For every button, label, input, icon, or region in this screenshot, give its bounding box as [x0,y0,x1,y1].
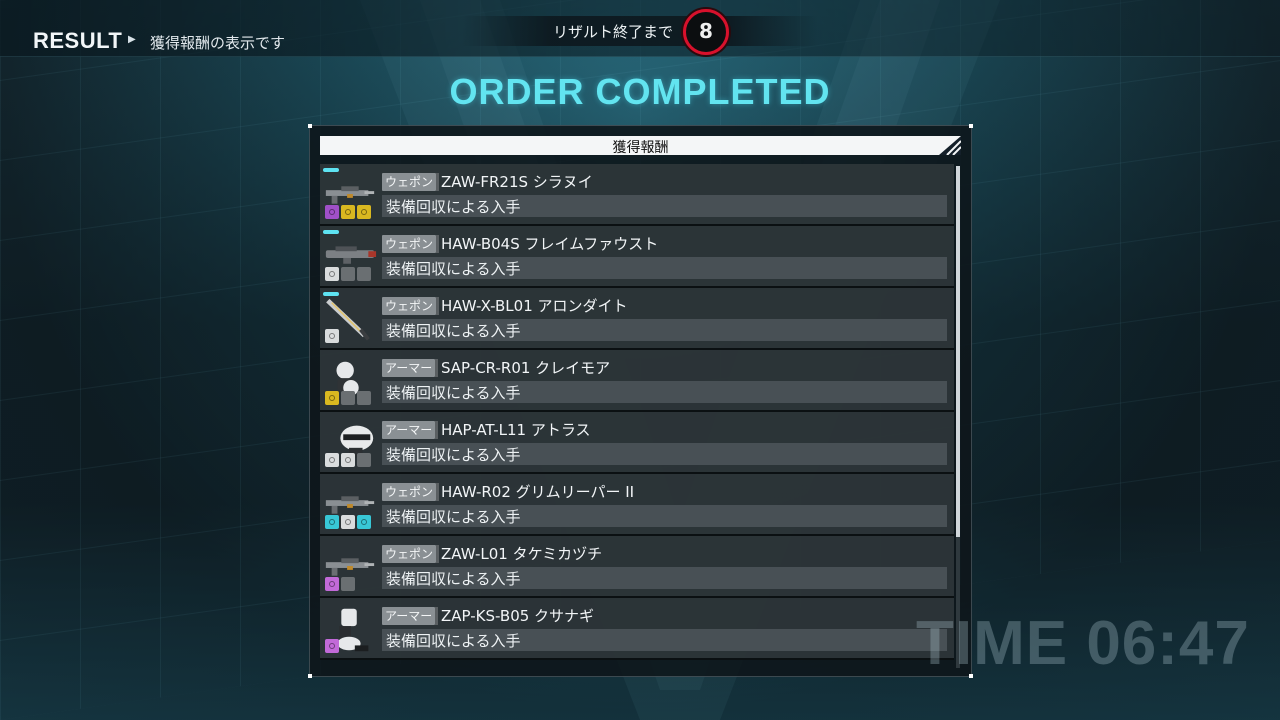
scrollbar-thumb[interactable] [956,166,960,537]
equipment-badge-icon [357,515,371,529]
result-title: RESULT [33,28,123,53]
reward-row[interactable]: ウェポン HAW-X-BL01 アロンダイト装備回収による入手 [320,288,954,350]
item-acquisition: 装備回収による入手 [386,508,521,526]
equipment-badge-icon [325,453,339,467]
item-acquisition: 装備回収による入手 [386,260,521,278]
item-acquisition: 装備回収による入手 [386,632,521,650]
equipment-badges [325,329,339,343]
item-name: HAW-B04S フレイムファウスト [441,235,659,253]
countdown-value: 8 [699,19,713,43]
panel-title: 獲得報酬 [612,140,669,156]
reward-row[interactable]: ウェポン ZAW-L01 タケミカヅチ装備回収による入手 [320,536,954,598]
equipment-badge-icon [357,267,371,281]
reward-row[interactable]: ウェポン HAW-R02 グリムリーパー II 装備回収による入手 [320,474,954,536]
equipment-badges [325,515,371,529]
equipment-badges [325,453,371,467]
panel-corner [308,674,312,678]
reward-row[interactable]: ウェポン ZAW-FR21S シラヌイ装備回収による入手 [320,164,954,226]
countdown-timer: 8 [683,9,729,55]
equipment-badge-icon [325,639,339,653]
equipment-badge-icon [357,205,371,219]
item-name: ZAW-L01 タケミカヅチ [441,545,603,563]
item-acquisition: 装備回収による入手 [386,198,521,216]
item-category-tag: ウェポン [382,173,440,191]
item-name: HAW-X-BL01 アロンダイト [441,297,628,315]
item-category-tag: アーマー [382,607,439,625]
item-category-tag: ウェポン [382,235,440,253]
item-acquisition: 装備回収による入手 [386,446,521,464]
play-arrow-icon: ▶ [128,34,136,45]
equipment-badge-icon [357,453,371,467]
item-name: ZAP-KS-B05 クサナギ [441,607,595,625]
reward-row[interactable]: アーマー ZAP-KS-B05 クサナギ装備回収による入手 [320,598,954,660]
item-category-tag: ウェポン [382,297,440,315]
equipment-badge-icon [325,205,339,219]
panel-header: 獲得報酬 [320,136,961,156]
item-category-tag: ウェポン [382,545,440,563]
panel-corner [969,124,973,128]
item-acquisition: 装備回収による入手 [386,384,521,402]
equipment-badge-icon [325,391,339,405]
equipment-badge-icon [357,391,371,405]
equipment-badge-icon [341,267,355,281]
reward-panel: 獲得報酬 ウェポン ZAW-FR21S シラヌイ 装備回収による入手 ウェポン HAW-… [308,124,973,678]
countdown-label: リザルト終了まで [553,23,674,41]
item-name: HAW-R02 グリムリーパー II [441,483,635,501]
page-title: ORDER COMPLETED [449,71,831,112]
equipment-badge-icon [325,329,339,343]
equipment-badge-icon [341,577,355,591]
item-name: SAP-CR-R01 クレイモア [441,359,611,377]
item-acquisition: 装備回収による入手 [386,322,521,340]
elapsed-time: TIME 06:47 [916,609,1250,678]
equipment-badges [325,267,371,281]
equipment-badge-icon [325,267,339,281]
equipment-badge-icon [325,577,339,591]
item-acquisition: 装備回収による入手 [386,570,521,588]
item-category-tag: アーマー [382,421,439,439]
scrollbar[interactable] [956,166,960,668]
equipment-badges [325,577,355,591]
item-category-tag: アーマー [382,359,439,377]
reward-row[interactable]: アーマー HAP-AT-L11 アトラス装備回収による入手 [320,412,954,474]
equipment-badges [325,205,371,219]
item-category-tag: ウェポン [382,483,440,501]
panel-corner [308,124,312,128]
equipment-badges [325,639,339,653]
equipment-badges [325,391,371,405]
equipment-badge-icon [341,515,355,529]
equipment-badge-icon [341,205,355,219]
item-name: ZAW-FR21S シラヌイ [441,173,593,191]
equipment-badge-icon [325,515,339,529]
reward-row[interactable]: アーマー SAP-CR-R01 クレイモア装備回収による入手 [320,350,954,412]
item-name: HAP-AT-L11 アトラス [441,421,591,439]
equipment-badge-icon [341,391,355,405]
equipment-badge-icon [341,453,355,467]
result-subtitle: 獲得報酬の表示です [150,34,286,52]
reward-row[interactable]: ウェポン HAW-B04S フレイムファウスト装備回収による入手 [320,226,954,288]
reward-list[interactable]: ウェポン ZAW-FR21S シラヌイ 装備回収による入手 ウェポン HAW-B04S … [320,164,954,669]
